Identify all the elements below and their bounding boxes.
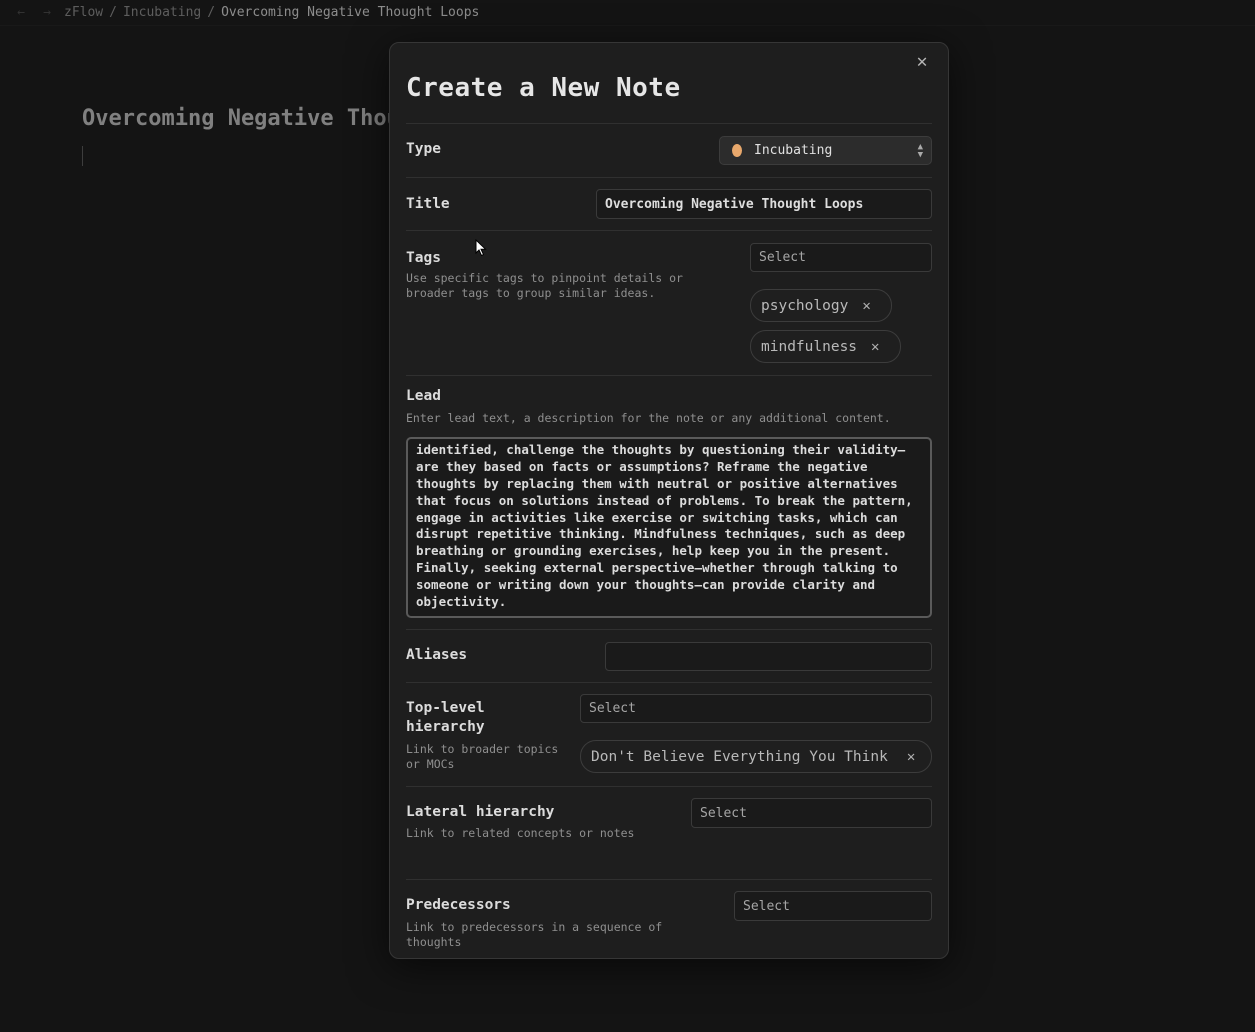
- lead-textarea[interactable]: identified, challenge the thoughts by qu…: [406, 437, 932, 618]
- modal-title: Create a New Note: [406, 73, 681, 103]
- tag-chip: mindfulness ✕: [750, 330, 901, 363]
- title-row: Title Overcoming Negative Thought Loops: [406, 177, 932, 230]
- aliases-input[interactable]: [605, 642, 932, 671]
- type-select-value: Incubating: [754, 143, 833, 158]
- predecessors-description: Link to predecessors in a sequence of th…: [406, 920, 663, 949]
- predecessors-select[interactable]: Select: [734, 891, 932, 921]
- title-label: Title: [406, 196, 450, 212]
- tag-chip-label: psychology: [761, 297, 849, 314]
- chevron-updown-icon: ▲ ▼: [917, 142, 923, 160]
- tag-chip-label: mindfulness: [761, 338, 858, 355]
- top-level-hierarchy-label: Top-level hierarchy: [406, 700, 485, 735]
- type-row: Type Incubating ▲ ▼: [406, 123, 932, 177]
- lead-row: Lead Enter lead text, a description for …: [406, 375, 932, 629]
- type-select[interactable]: Incubating ▲ ▼: [719, 136, 932, 165]
- tag-chip: psychology ✕: [750, 289, 892, 322]
- top-level-hierarchy-description: Link to broader topics or MOCs: [406, 742, 559, 771]
- type-label: Type: [406, 141, 441, 157]
- close-icon[interactable]: ✕: [912, 53, 932, 73]
- status-dot-icon: [732, 144, 742, 157]
- lateral-hierarchy-label: Lateral hierarchy: [406, 804, 555, 820]
- aliases-row: Aliases: [406, 629, 932, 682]
- aliases-label: Aliases: [406, 647, 468, 663]
- predecessors-row: Predecessors Link to predecessors in a s…: [406, 879, 932, 958]
- predecessors-label: Predecessors: [406, 897, 511, 913]
- top-level-hierarchy-row: Top-level hierarchy Link to broader topi…: [406, 682, 932, 786]
- lead-text: identified, challenge the thoughts by qu…: [416, 441, 921, 610]
- top-level-hierarchy-select[interactable]: Select: [580, 694, 932, 723]
- lead-label: Lead: [406, 388, 441, 404]
- lateral-hierarchy-description: Link to related concepts or notes: [406, 826, 635, 840]
- title-input[interactable]: Overcoming Negative Thought Loops: [596, 189, 932, 219]
- remove-tag-icon[interactable]: ✕: [871, 339, 879, 355]
- lateral-hierarchy-row: Lateral hierarchy Link to related concep…: [406, 786, 932, 879]
- remove-tag-icon[interactable]: ✕: [862, 298, 870, 314]
- tags-description: Use specific tags to pinpoint details or…: [406, 271, 683, 300]
- remove-hierarchy-icon[interactable]: ✕: [907, 749, 915, 765]
- lead-description: Enter lead text, a description for the n…: [406, 411, 891, 425]
- hierarchy-chip-label: Don't Believe Everything You Think: [591, 748, 888, 765]
- tags-label: Tags: [406, 250, 441, 266]
- lateral-hierarchy-select[interactable]: Select: [691, 798, 932, 828]
- mouse-pointer-icon: [475, 239, 487, 257]
- hierarchy-chip: Don't Believe Everything You Think ✕: [580, 740, 932, 773]
- tags-select[interactable]: Select: [750, 243, 932, 272]
- create-note-modal: ✕ Create a New Note Type Incubating ▲ ▼ T…: [389, 42, 949, 959]
